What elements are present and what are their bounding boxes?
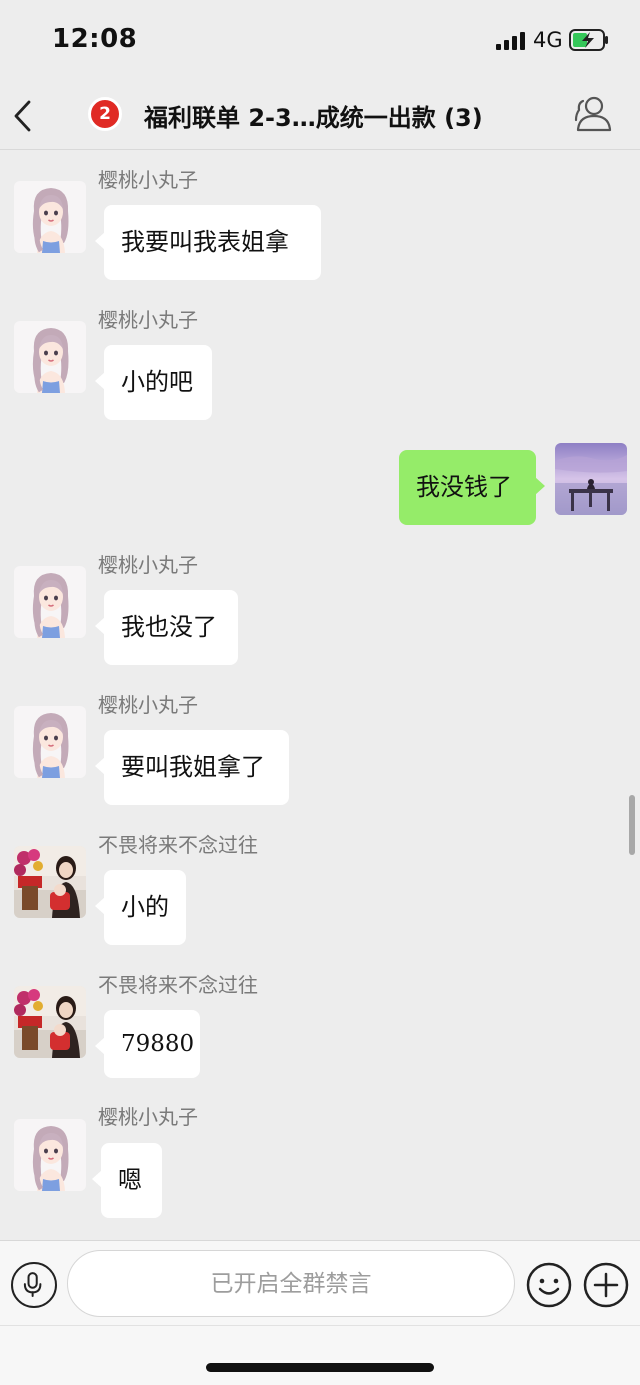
- back-arrow-icon[interactable]: [10, 96, 36, 136]
- sender-name: 不畏将来不念过往: [98, 973, 258, 997]
- network-type: 4G: [533, 28, 563, 52]
- muted-notice-field: 已开启全群禁言: [67, 1250, 515, 1317]
- group-chat-title: 福利联单 2-3…成统一出款 (3): [144, 104, 483, 132]
- scroll-indicator[interactable]: [629, 795, 635, 855]
- battery-charging-icon: [569, 29, 608, 51]
- home-area: [0, 1326, 640, 1385]
- message-bubble[interactable]: 嗯: [92, 1143, 162, 1218]
- avatar-mother[interactable]: [14, 846, 86, 918]
- sender-name: 樱桃小丸子: [98, 168, 198, 192]
- home-indicator[interactable]: [206, 1363, 434, 1372]
- chat-header: 2 福利联单 2-3…成统一出款 (3): [0, 82, 640, 150]
- input-bar: 已开启全群禁言: [0, 1240, 640, 1326]
- status-bar: 12:08 4G: [0, 0, 640, 82]
- unread-count-badge[interactable]: 2: [88, 97, 122, 131]
- avatar-self[interactable]: [555, 443, 627, 515]
- message-bubble[interactable]: 我也没了: [95, 590, 238, 665]
- avatar-girl[interactable]: [14, 1119, 86, 1191]
- sender-name: 樱桃小丸子: [98, 1105, 198, 1129]
- voice-input-icon[interactable]: [11, 1262, 57, 1308]
- sender-name: 不畏将来不念过往: [98, 833, 258, 857]
- avatar-girl[interactable]: [14, 566, 86, 638]
- message-bubble[interactable]: 79880: [95, 1010, 200, 1078]
- sender-name: 樱桃小丸子: [98, 693, 198, 717]
- message-bubble[interactable]: 小的: [95, 870, 186, 945]
- message-bubble[interactable]: 要叫我姐拿了: [95, 730, 289, 805]
- sender-name: 樱桃小丸子: [98, 553, 198, 577]
- avatar-girl[interactable]: [14, 321, 86, 393]
- group-members-icon[interactable]: [572, 94, 614, 134]
- status-time: 12:08: [52, 24, 138, 54]
- message-bubble[interactable]: 小的吧: [95, 345, 212, 420]
- avatar-girl[interactable]: [14, 706, 86, 778]
- message-bubble[interactable]: 我要叫我表姐拿: [95, 205, 321, 280]
- avatar-girl[interactable]: [14, 181, 86, 253]
- plus-icon[interactable]: [583, 1262, 629, 1308]
- emoji-icon[interactable]: [526, 1262, 572, 1308]
- avatar-mother[interactable]: [14, 986, 86, 1058]
- signal-icon: [496, 32, 526, 50]
- message-bubble-sent[interactable]: 我没钱了: [399, 450, 545, 525]
- sender-name: 樱桃小丸子: [98, 308, 198, 332]
